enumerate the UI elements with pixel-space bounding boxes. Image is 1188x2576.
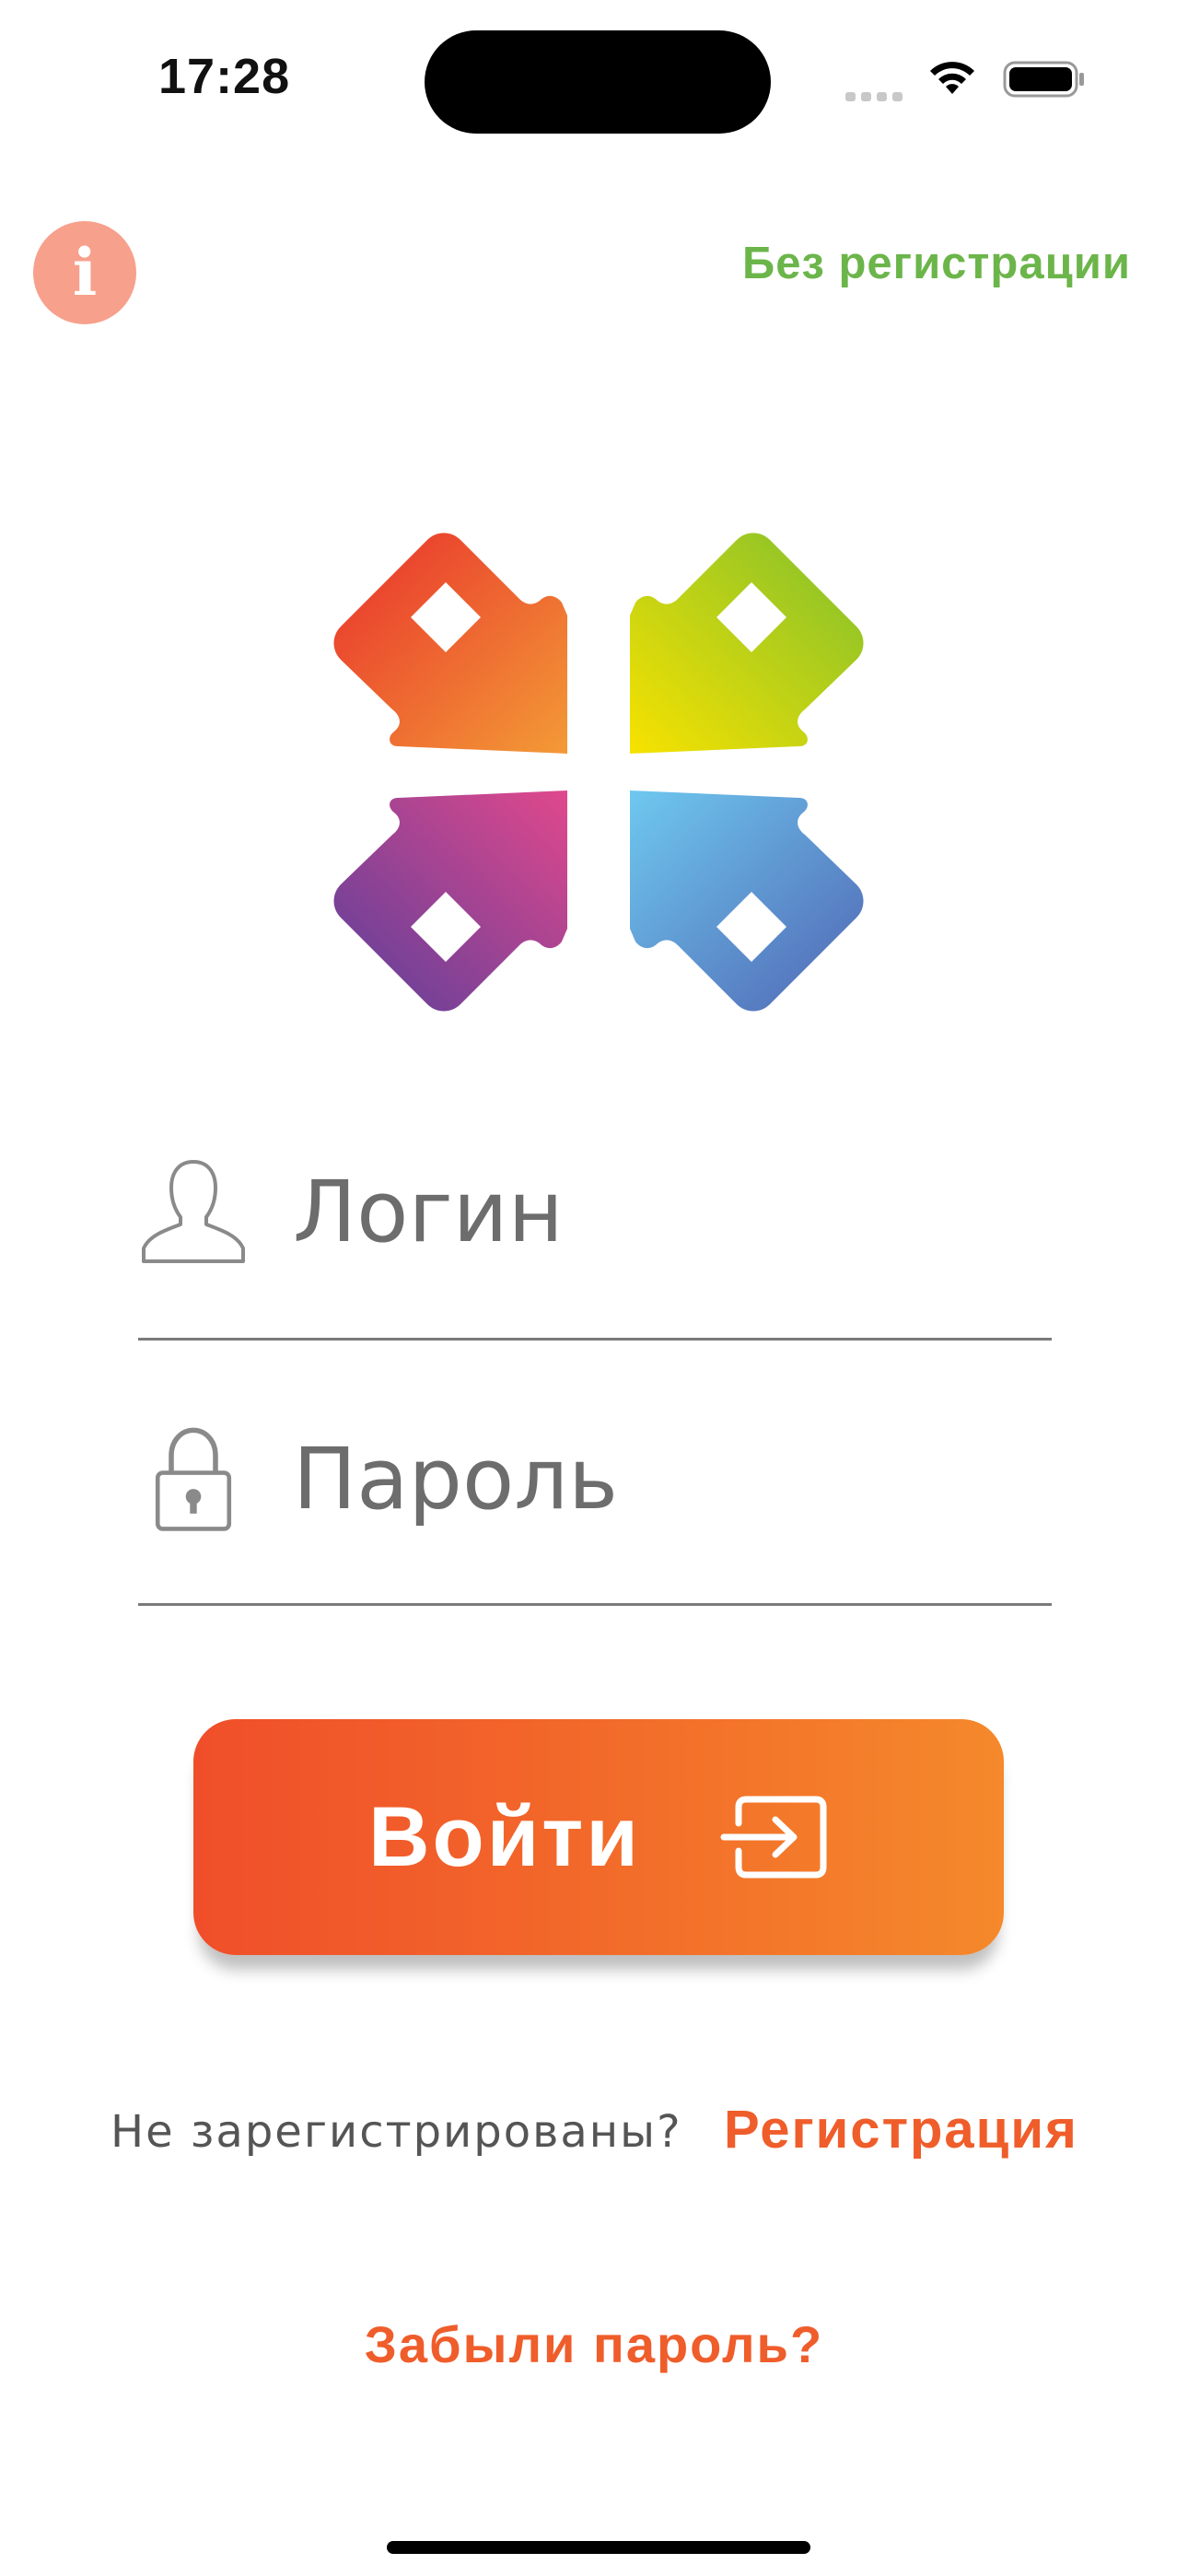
login-button[interactable]: Войти [193,1719,1004,1955]
login-button-label: Войти [368,1789,641,1884]
login-underline [138,1338,1052,1341]
app-logo [333,533,864,1012]
status-time: 17:28 [158,49,291,104]
forgot-password-link[interactable]: Забыли пароль? [0,2314,1188,2374]
login-input[interactable] [293,1162,993,1261]
cellular-signal-icon [845,92,903,101]
home-indicator[interactable] [387,2541,810,2554]
wifi-icon [930,62,974,94]
dynamic-island [425,30,771,134]
password-underline [138,1603,1052,1606]
battery-icon [1003,61,1084,98]
lock-icon [155,1427,232,1531]
info-icon: i [72,234,98,310]
password-input[interactable] [293,1429,993,1528]
info-button[interactable]: i [33,221,136,324]
sign-in-icon [720,1796,827,1879]
user-icon [142,1160,245,1263]
password-field[interactable] [138,1427,1052,1531]
not-registered-text: Не зарегистрированы? [111,2106,682,2158]
login-field[interactable] [138,1160,1052,1263]
register-link[interactable]: Регистрация [724,2099,1078,2160]
no-registration-link[interactable]: Без регистрации [742,238,1131,289]
